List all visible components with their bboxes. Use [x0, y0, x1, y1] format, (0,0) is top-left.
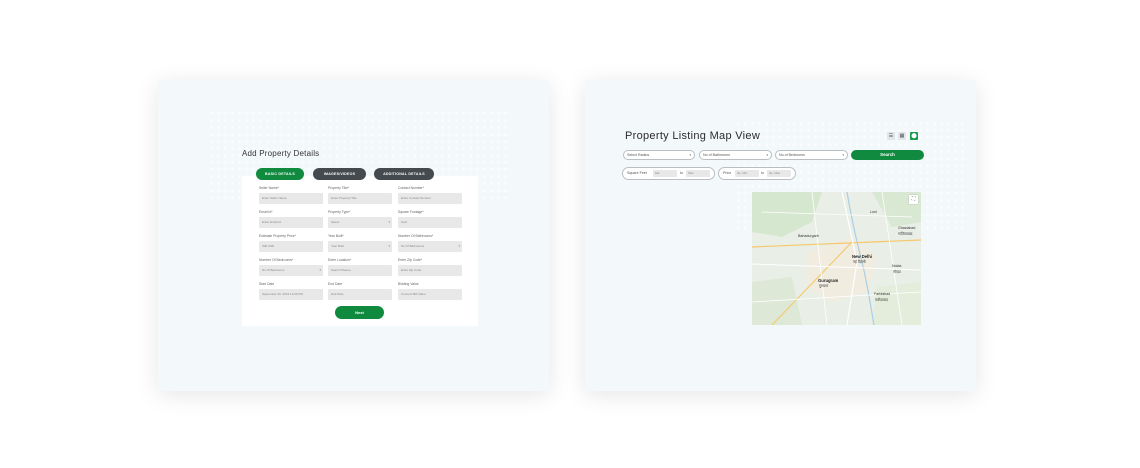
input-placeholder: Enter Email Id [262, 220, 281, 224]
field-label: Property Title* [328, 186, 350, 190]
map-label-new-delhi-hindi: नई दिल्ली [853, 260, 866, 264]
location-input[interactable]: Search Places... [328, 265, 392, 276]
map-label-gurugram: Gurugram [818, 278, 839, 283]
map-label-noida-hindi: नोएडा [893, 270, 901, 274]
input-placeholder: Enter Property Title [331, 196, 357, 200]
property-type-select[interactable]: Select ▾ [328, 217, 392, 228]
price-range: Price No. Min to No. Max [718, 167, 796, 180]
input-value: September 20, 2019 12:00 PM [262, 292, 303, 296]
grid-icon[interactable]: ▦ [898, 132, 906, 140]
input-placeholder: Enter Contact Number [401, 196, 431, 200]
field-label: Year Built* [328, 234, 344, 238]
field-label: Bidding Value [398, 282, 419, 286]
select-value: No of Bedrooms [779, 153, 805, 157]
field-label: End Date [328, 282, 343, 286]
end-date-input[interactable]: End Date [328, 289, 392, 300]
input-placeholder: End Date [331, 292, 344, 296]
input-placeholder: Search Places... [331, 268, 353, 272]
field-label: Enter Zip Code* [398, 258, 423, 262]
range-label: Square Feet [627, 171, 647, 175]
input-placeholder: INR US$ [262, 244, 274, 248]
bedrooms-select[interactable]: No of Bedrooms ▾ [775, 150, 848, 160]
map-view-card: Property Listing Map View ☰ ▦ ⬤ Select R… [585, 80, 976, 391]
map-label-gurugram-hindi: गुरुग्राम [819, 284, 829, 288]
chevron-down-icon: ▾ [388, 220, 390, 224]
select-value: Select Radius [627, 153, 650, 157]
bidding-value-input[interactable]: Connect Bid Value [398, 289, 462, 300]
chevron-down-icon: ▾ [458, 244, 460, 248]
square-footage-input[interactable]: Sq.ft [398, 217, 462, 228]
bedrooms-select[interactable]: No Of Bedrooms ▾ [259, 265, 323, 276]
map-terrain [752, 192, 921, 325]
chevron-down-icon: ▾ [388, 244, 390, 248]
start-date-input[interactable]: September 20, 2019 12:00 PM [259, 289, 323, 300]
map-label-noida: Noida [892, 264, 902, 268]
map-label-ghaziabad: Ghaziabad [898, 226, 916, 230]
field-label: Enter Location* [328, 258, 352, 262]
list-icon[interactable]: ☰ [887, 132, 895, 140]
property-map[interactable]: ⛶ Ghaziabad गाज़ियाबाद New Delhi नई दिल्… [752, 192, 921, 325]
field-label: Number Of Bathrooms* [398, 234, 434, 238]
estimate-price-input[interactable]: INR US$ [259, 241, 323, 252]
year-built-select[interactable]: Year Built ▾ [328, 241, 392, 252]
search-button[interactable]: Search [851, 150, 924, 160]
field-label: Contact Number* [398, 186, 425, 190]
next-button[interactable]: Next [335, 306, 384, 319]
input-placeholder: No. Min [737, 171, 748, 175]
select-value: No of Bathrooms [703, 153, 730, 157]
input-placeholder: Max [688, 171, 694, 175]
bathrooms-select[interactable]: No Of Bathrooms ▾ [398, 241, 462, 252]
map-pin-icon[interactable]: ⬤ [910, 132, 918, 140]
field-label: Property Type* [328, 210, 351, 214]
map-label-faridabad: Faridabad [874, 292, 891, 296]
chevron-down-icon: ▾ [842, 153, 844, 157]
chevron-down-icon: ▾ [766, 153, 768, 157]
field-label: Start Date [259, 282, 275, 286]
select-value: No Of Bedrooms [262, 268, 285, 272]
field-label: Seller Name* [259, 186, 279, 190]
map-label-faridabad-hindi: फरीदाबाद [875, 298, 888, 302]
sqft-min-input[interactable]: Min [653, 170, 677, 177]
chevron-down-icon: ▾ [319, 268, 321, 272]
input-placeholder: Sq.ft [401, 220, 408, 224]
radius-select[interactable]: Select Radius ▾ [623, 150, 695, 160]
add-property-card: Add Property Details BASIC DETAILS IMAGE… [158, 80, 549, 391]
range-label: Price [723, 171, 732, 175]
select-value: Year Built [331, 244, 344, 248]
field-label: Email Id* [259, 210, 273, 214]
page-title: Property Listing Map View [625, 130, 761, 142]
input-placeholder: Enter Seller Name [262, 196, 287, 200]
map-label-loni: Loni [870, 210, 877, 214]
map-label-ghaziabad-hindi: गाज़ियाबाद [898, 232, 913, 236]
price-min-input[interactable]: No. Min [735, 170, 759, 177]
bathrooms-select[interactable]: No of Bathrooms ▾ [699, 150, 772, 160]
tab-additional-details[interactable]: ADDITIONAL DETAILS [374, 168, 434, 180]
tab-images-videos[interactable]: IMAGES/VIDEOS [313, 168, 366, 180]
map-label-new-delhi: New Delhi [852, 254, 873, 259]
input-placeholder: Min [655, 171, 660, 175]
field-label: Square Footage* [398, 210, 424, 214]
input-placeholder: Enter Zip Code [401, 268, 422, 272]
property-title-input[interactable]: Enter Property Title [328, 193, 392, 204]
select-value: No Of Bathrooms [401, 244, 425, 248]
contact-number-input[interactable]: Enter Contact Number [398, 193, 462, 204]
email-input[interactable]: Enter Email Id [259, 217, 323, 228]
chevron-down-icon: ▾ [689, 153, 691, 157]
range-separator: to [761, 171, 764, 175]
page-title: Add Property Details [242, 149, 320, 158]
price-max-input[interactable]: No. Max [767, 170, 791, 177]
map-label-bahadurgarh: Bahadurgarh [798, 234, 819, 238]
input-placeholder: Connect Bid Value [401, 292, 426, 296]
square-feet-range: Square Feet Min to Max [622, 167, 715, 180]
select-value: Select [331, 220, 340, 224]
range-separator: to [680, 171, 683, 175]
sqft-max-input[interactable]: Max [686, 170, 710, 177]
fullscreen-icon[interactable]: ⛶ [909, 195, 918, 204]
tab-basic-details[interactable]: BASIC DETAILS [256, 168, 304, 180]
field-label: Estimate Property Price* [259, 234, 296, 238]
zip-code-input[interactable]: Enter Zip Code [398, 265, 462, 276]
seller-name-input[interactable]: Enter Seller Name [259, 193, 323, 204]
field-label: Number Of Bedrooms* [259, 258, 294, 262]
input-placeholder: No. Max [769, 171, 781, 175]
